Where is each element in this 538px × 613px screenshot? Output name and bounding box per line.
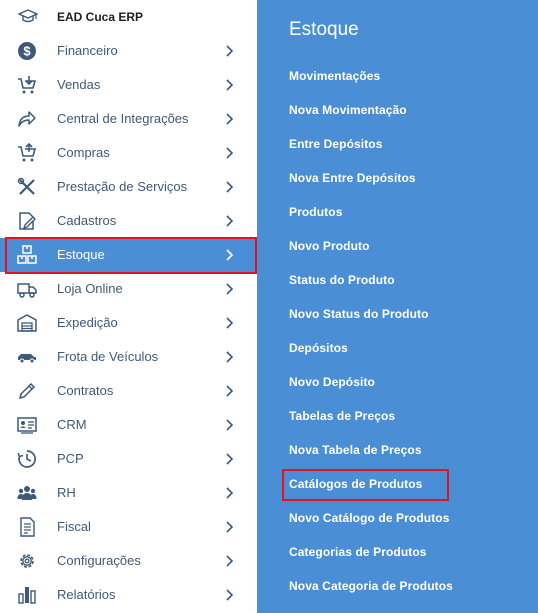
submenu-item-nova-categoria-de-produtos[interactable]: Nova Categoria de Produtos xyxy=(289,579,453,593)
chevron-right-icon xyxy=(226,351,234,363)
bar-chart-icon xyxy=(18,587,36,604)
menu-item-label: Expedição xyxy=(57,315,118,330)
cart-download-icon xyxy=(18,143,37,162)
menu-item-relatorios[interactable]: Relatórios xyxy=(0,578,257,612)
menu-item-loja-online[interactable]: Loja Online xyxy=(0,272,257,306)
chevron-right-icon xyxy=(226,113,234,125)
brand-header[interactable]: EAD Cuca ERP xyxy=(0,0,257,34)
chevron-right-icon xyxy=(226,215,234,227)
submenu-item-produtos[interactable]: Produtos xyxy=(289,205,342,219)
highlight-box-estoque xyxy=(5,237,257,274)
menu-item-fiscal[interactable]: Fiscal xyxy=(0,510,257,544)
menu-item-label: CRM xyxy=(57,417,87,432)
submenu-item-nova-tabela-de-precos[interactable]: Nova Tabela de Preços xyxy=(289,443,422,457)
chevron-right-icon xyxy=(226,453,234,465)
main-menu: EAD Cuca ERP $ Financeiro Vendas Central… xyxy=(0,0,257,613)
menu-item-label: Compras xyxy=(57,145,110,160)
menu-item-label: RH xyxy=(57,485,76,500)
svg-text:$: $ xyxy=(23,44,31,59)
submenu-item-depositos[interactable]: Depósitos xyxy=(289,341,348,355)
menu-item-label: Loja Online xyxy=(57,281,123,296)
edit-icon xyxy=(19,212,36,230)
chevron-right-icon xyxy=(226,181,234,193)
menu-item-label: Financeiro xyxy=(57,43,118,58)
menu-item-compras[interactable]: Compras xyxy=(0,136,257,170)
brand-title: EAD Cuca ERP xyxy=(57,10,144,24)
menu-item-cadastros[interactable]: Cadastros xyxy=(0,204,257,238)
menu-item-frota-de-veiculos[interactable]: Frota de Veículos xyxy=(0,340,257,374)
submenu-item-status-do-produto[interactable]: Status do Produto xyxy=(289,273,395,287)
chevron-right-icon xyxy=(226,419,234,431)
submenu-item-tabelas-de-precos[interactable]: Tabelas de Preços xyxy=(289,409,395,423)
gear-icon xyxy=(20,554,34,568)
menu-item-label: Prestação de Serviços xyxy=(57,179,188,194)
menu-item-financeiro[interactable]: $ Financeiro xyxy=(0,34,257,68)
submenu-item-novo-deposito[interactable]: Novo Depósito xyxy=(289,375,375,389)
chevron-right-icon xyxy=(226,521,234,533)
menu-item-label: Configurações xyxy=(57,553,141,568)
chevron-right-icon xyxy=(226,487,234,499)
users-icon xyxy=(17,486,37,500)
share-icon xyxy=(18,111,36,127)
dollar-icon: $ xyxy=(18,42,36,60)
chevron-right-icon xyxy=(226,317,234,329)
submenu-panel: Estoque Movimentações Nova Movimentação … xyxy=(257,0,538,613)
menu-item-expedicao[interactable]: Expedição xyxy=(0,306,257,340)
chevron-right-icon xyxy=(226,555,234,567)
clock-icon xyxy=(17,450,36,468)
menu-item-label: Cadastros xyxy=(57,213,117,228)
menu-item-label: Frota de Veículos xyxy=(57,349,159,364)
pen-icon xyxy=(18,382,36,400)
menu-item-crm[interactable]: CRM xyxy=(0,408,257,442)
chevron-right-icon xyxy=(226,79,234,91)
car-icon xyxy=(18,354,36,364)
submenu-item-nova-entre-depositos[interactable]: Nova Entre Depósitos xyxy=(289,171,416,185)
menu-item-label: Central de Integrações xyxy=(57,111,189,126)
menu-item-label: Contratos xyxy=(57,383,114,398)
menu-item-pcp[interactable]: PCP xyxy=(0,442,257,476)
chevron-right-icon xyxy=(226,45,234,57)
chevron-right-icon xyxy=(226,589,234,601)
submenu-item-novo-catalogo-de-produtos[interactable]: Novo Catálogo de Produtos xyxy=(289,511,450,525)
graduation-cap-icon xyxy=(18,9,38,23)
document-icon xyxy=(20,517,35,537)
submenu-title: Estoque xyxy=(289,19,359,40)
menu-item-prestacao-de-servicos[interactable]: Prestação de Serviços xyxy=(0,170,257,204)
submenu-item-nova-movimentacao[interactable]: Nova Movimentação xyxy=(289,103,407,117)
menu-item-vendas[interactable]: Vendas xyxy=(0,68,257,102)
contact-card-icon xyxy=(17,417,37,434)
menu-item-configuracoes[interactable]: Configurações xyxy=(0,544,257,578)
truck-icon xyxy=(17,283,37,298)
chevron-right-icon xyxy=(226,283,234,295)
submenu-item-categorias-de-produtos[interactable]: Categorias de Produtos xyxy=(289,545,427,559)
menu-item-central-de-integracoes[interactable]: Central de Integrações xyxy=(0,102,257,136)
menu-item-rh[interactable]: RH xyxy=(0,476,257,510)
tools-icon xyxy=(17,177,35,195)
chevron-right-icon xyxy=(226,385,234,397)
menu-item-label: Fiscal xyxy=(57,519,91,534)
submenu-item-entre-depositos[interactable]: Entre Depósitos xyxy=(289,137,383,151)
menu-item-label: Vendas xyxy=(57,77,101,92)
warehouse-icon xyxy=(17,314,37,332)
menu-item-contratos[interactable]: Contratos xyxy=(0,374,257,408)
submenu-item-novo-status-do-produto[interactable]: Novo Status do Produto xyxy=(289,307,429,321)
cart-icon xyxy=(18,76,37,94)
highlight-box-catalogos xyxy=(282,469,449,501)
menu-item-label: PCP xyxy=(57,451,84,466)
submenu-item-novo-produto[interactable]: Novo Produto xyxy=(289,239,370,253)
chevron-right-icon xyxy=(226,147,234,159)
submenu-item-movimentacoes[interactable]: Movimentações xyxy=(289,69,380,83)
menu-item-label: Relatórios xyxy=(57,587,116,602)
